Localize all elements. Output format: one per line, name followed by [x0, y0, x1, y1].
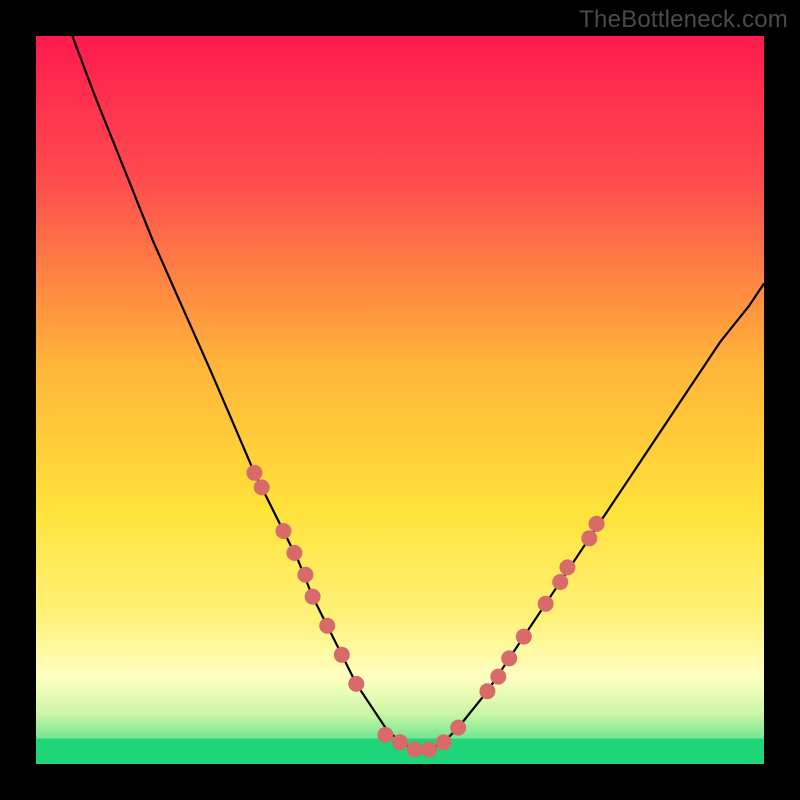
- data-marker: [538, 596, 554, 612]
- chart-frame: TheBottleneck.com: [0, 0, 800, 800]
- data-marker: [297, 567, 313, 583]
- data-marker: [501, 650, 517, 666]
- data-marker: [246, 465, 262, 481]
- data-marker: [490, 669, 506, 685]
- data-marker: [450, 720, 466, 736]
- bottleneck-chart: [0, 0, 800, 800]
- gradient-background: [36, 36, 764, 764]
- data-marker: [479, 683, 495, 699]
- data-marker: [589, 516, 605, 532]
- data-marker: [421, 741, 437, 757]
- data-marker: [436, 734, 452, 750]
- data-marker: [516, 629, 532, 645]
- data-marker: [334, 647, 350, 663]
- data-marker: [276, 523, 292, 539]
- data-marker: [581, 530, 597, 546]
- data-marker: [377, 727, 393, 743]
- data-marker: [254, 479, 270, 495]
- data-marker: [392, 734, 408, 750]
- watermark-label: TheBottleneck.com: [579, 6, 788, 34]
- data-marker: [319, 618, 335, 634]
- data-marker: [286, 545, 302, 561]
- data-marker: [559, 559, 575, 575]
- data-marker: [305, 589, 321, 605]
- data-marker: [407, 741, 423, 757]
- data-marker: [552, 574, 568, 590]
- data-marker: [348, 676, 364, 692]
